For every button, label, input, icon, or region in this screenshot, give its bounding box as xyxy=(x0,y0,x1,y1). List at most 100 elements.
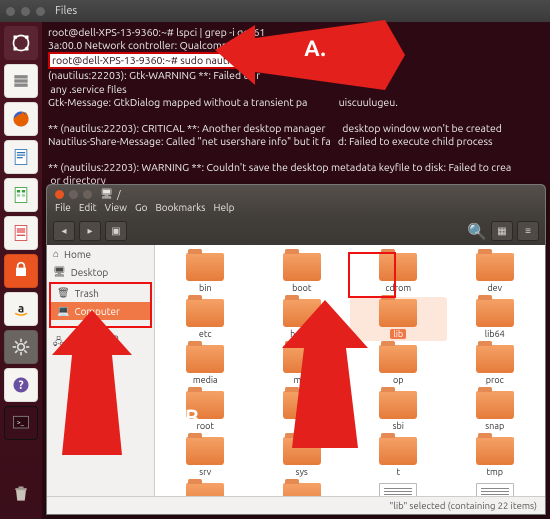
amazon-icon[interactable]: a xyxy=(4,292,38,326)
menu-go[interactable]: Go xyxy=(135,202,147,213)
file-item[interactable] xyxy=(447,481,544,496)
file-item[interactable]: bin xyxy=(157,251,254,295)
nautilus-file-pane[interactable]: bin bootcdromdev etc home lib lib64 media mnt op… xyxy=(155,245,545,496)
window-title: Files xyxy=(55,5,77,17)
file-item[interactable]: etc xyxy=(157,297,254,341)
folder-icon xyxy=(476,391,514,419)
file-item[interactable]: lib xyxy=(350,297,447,341)
file-label: sbi xyxy=(393,421,404,431)
folder-icon xyxy=(283,253,321,281)
file-item[interactable]: cdrom xyxy=(350,251,447,295)
file-item[interactable]: proc xyxy=(447,343,544,387)
file-item[interactable]: snap xyxy=(447,389,544,433)
home-icon: ⌂ xyxy=(53,248,59,260)
file-label: lib64 xyxy=(485,329,505,339)
writer-icon[interactable] xyxy=(4,140,38,174)
close-icon[interactable] xyxy=(55,190,64,199)
software-icon[interactable] xyxy=(4,254,38,288)
nautilus-window: 🖥/ File Edit View Go Bookmarks Help ◂ ▸ ▣ 🔍 ▦… xyxy=(46,184,546,515)
settings-icon[interactable] xyxy=(4,330,38,364)
menu-view[interactable]: View xyxy=(105,202,127,213)
file-item[interactable]: op xyxy=(350,343,447,387)
dash-icon[interactable] xyxy=(4,26,38,60)
file-label: sys xyxy=(296,467,308,477)
file-label: op xyxy=(393,375,404,385)
file-label: srv xyxy=(199,467,211,477)
folder-icon xyxy=(476,299,514,327)
file-item[interactable]: home xyxy=(254,297,351,341)
menu-help[interactable]: Help xyxy=(214,202,235,213)
file-item[interactable]: sys xyxy=(254,435,351,479)
sidebar-item-label: Home xyxy=(64,249,91,260)
window-min-icon[interactable] xyxy=(21,7,30,16)
file-label: proc xyxy=(486,375,504,385)
file-item[interactable]: srv xyxy=(157,435,254,479)
sidebar-item-connect-to-server[interactable]: 🖧Connect to Server xyxy=(47,329,154,357)
file-item[interactable]: dev xyxy=(447,251,544,295)
trash-icon[interactable] xyxy=(4,477,38,511)
file-item[interactable]: run xyxy=(254,389,351,433)
file-label: mnt xyxy=(294,375,310,385)
file-item[interactable]: tmp xyxy=(447,435,544,479)
file-item[interactable]: media xyxy=(157,343,254,387)
connect-icon: 🖧 xyxy=(53,335,64,352)
nautilus-sidebar: ⌂ Home 🖥Desktop 🗑 Trash 💻Computer 🖧Connect to … xyxy=(47,245,155,496)
folder-icon xyxy=(283,437,321,465)
file-item[interactable]: root xyxy=(157,389,254,433)
maximize-icon[interactable] xyxy=(83,190,92,199)
file-item[interactable]: initrd.img xyxy=(350,481,447,496)
file-icon xyxy=(476,483,514,496)
view-grid-button[interactable]: ▦ xyxy=(491,221,513,241)
minimize-icon[interactable] xyxy=(69,190,78,199)
folder-icon xyxy=(283,299,321,327)
firefox-icon[interactable] xyxy=(4,102,38,136)
sidebar-item-label: Computer xyxy=(74,306,119,317)
menu-bookmarks[interactable]: Bookmarks xyxy=(155,202,205,213)
back-button[interactable]: ◂ xyxy=(53,221,75,241)
file-item[interactable]: mnt xyxy=(254,343,351,387)
menu-file[interactable]: File xyxy=(55,202,71,213)
file-item[interactable]: usr xyxy=(157,481,254,496)
sidebar-item-home[interactable]: ⌂ Home xyxy=(47,245,154,263)
sidebar-item-label: Trash xyxy=(75,288,99,299)
window-close-icon[interactable] xyxy=(6,7,15,16)
computer-path-button[interactable]: ▣ xyxy=(105,221,127,241)
forward-button[interactable]: ▸ xyxy=(79,221,101,241)
folder-icon xyxy=(379,391,417,419)
nautilus-header: 🖥/ File Edit View Go Bookmarks Help xyxy=(47,185,545,217)
file-item[interactable]: var xyxy=(254,481,351,496)
terminal-highlight-line: root@dell-XPS-13-9360:~# sudo nautilus xyxy=(48,52,247,69)
folder-icon xyxy=(186,483,224,496)
files-icon[interactable] xyxy=(4,64,38,98)
calc-icon[interactable] xyxy=(4,178,38,212)
folder-icon xyxy=(476,345,514,373)
sidebar-item-desktop[interactable]: 🖥Desktop xyxy=(47,263,154,281)
sidebar-item-trash[interactable]: 🗑 Trash xyxy=(51,284,150,302)
file-label: tmp xyxy=(486,467,503,477)
file-label: lib xyxy=(390,329,406,339)
help-icon[interactable]: ? xyxy=(4,368,38,402)
view-list-button[interactable]: ≡ xyxy=(517,221,539,241)
nautilus-toolbar: ◂ ▸ ▣ 🔍 ▦ ≡ xyxy=(47,217,545,245)
terminal-icon[interactable]: >_ xyxy=(4,406,38,440)
folder-icon xyxy=(379,437,417,465)
sidebar-item-computer[interactable]: 💻Computer xyxy=(51,302,150,320)
search-icon[interactable]: 🔍 xyxy=(467,222,487,241)
file-item[interactable]: t xyxy=(350,435,447,479)
file-item[interactable]: sbi xyxy=(350,389,447,433)
impress-icon[interactable] xyxy=(4,216,38,250)
nautilus-title: 🖥/ xyxy=(100,188,120,200)
file-label: home xyxy=(290,329,313,339)
file-label: bin xyxy=(199,283,212,293)
folder-icon xyxy=(283,483,321,496)
file-label: snap xyxy=(485,421,504,431)
file-label: etc xyxy=(199,329,212,339)
window-max-icon[interactable] xyxy=(36,7,45,16)
file-item[interactable]: boot xyxy=(254,251,351,295)
file-item[interactable]: lib64 xyxy=(447,297,544,341)
svg-text:>_: >_ xyxy=(17,420,25,427)
trash-icon: 🗑 xyxy=(57,287,70,299)
folder-icon xyxy=(476,253,514,281)
menu-edit[interactable]: Edit xyxy=(79,202,97,213)
folder-icon xyxy=(186,253,224,281)
